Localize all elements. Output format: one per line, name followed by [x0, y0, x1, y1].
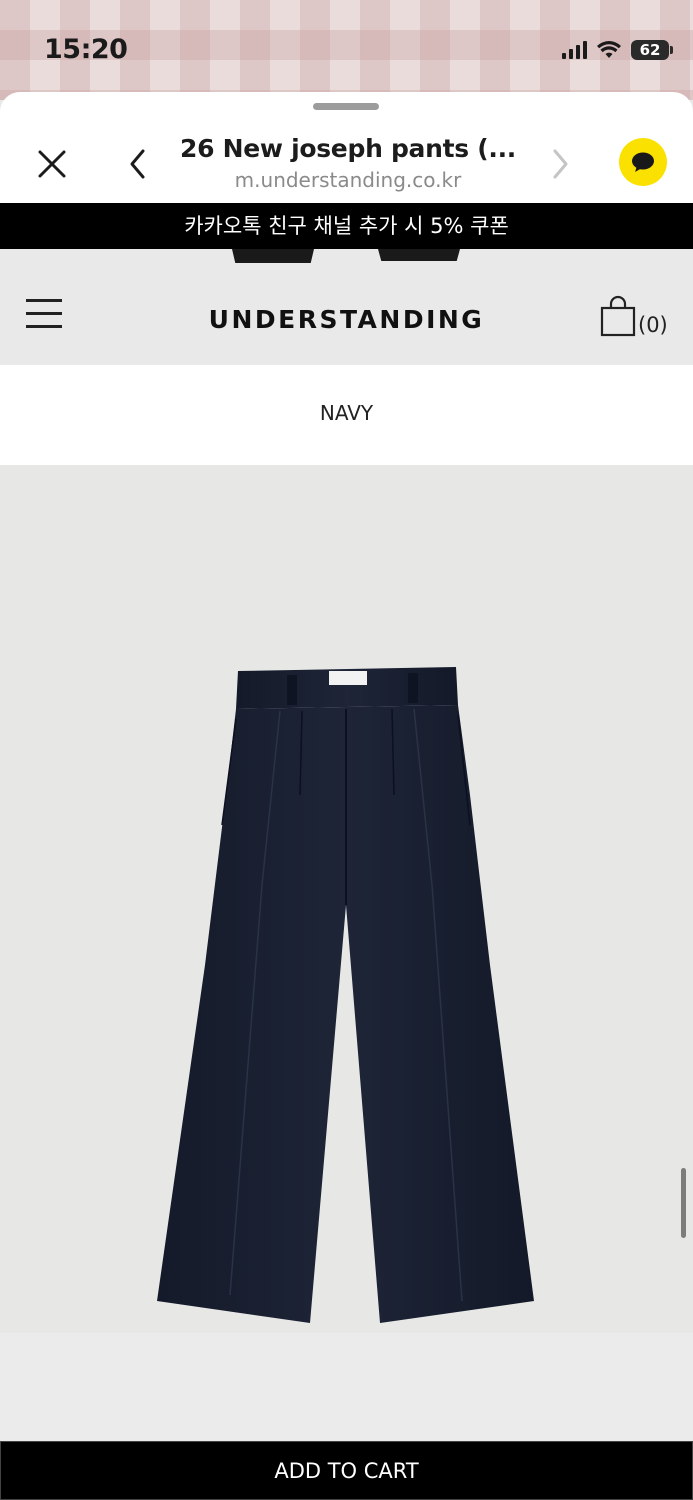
status-time: 15:20: [44, 34, 128, 65]
brand-logo[interactable]: UNDERSTANDING: [130, 305, 563, 334]
coupon-banner[interactable]: 카카오톡 친구 채널 추가 시 5% 쿠폰: [0, 203, 693, 249]
close-button[interactable]: [30, 142, 74, 186]
cart-button[interactable]: (0): [600, 291, 668, 337]
navy-pants-image: [157, 667, 534, 1323]
cart-count: (0): [638, 313, 668, 337]
sheet-grabber[interactable]: [313, 103, 379, 110]
chevron-right-icon: [553, 149, 568, 179]
previous-image-peek: [232, 249, 314, 263]
page-url: m.understanding.co.kr: [234, 168, 462, 192]
site-header: UNDERSTANDING (0): [0, 249, 693, 365]
close-icon: [38, 150, 66, 178]
scroll-indicator[interactable]: [681, 1168, 686, 1238]
chevron-left-icon: [130, 149, 145, 179]
add-to-cart-button[interactable]: ADD TO CART: [0, 1441, 693, 1500]
page-background: [0, 1333, 693, 1441]
back-button[interactable]: [116, 142, 160, 186]
wifi-icon: [597, 41, 621, 58]
product-image[interactable]: [0, 465, 693, 1333]
color-option-label: NAVY: [0, 365, 693, 465]
shopping-bag-icon: [600, 295, 636, 337]
kakao-chat-button[interactable]: [619, 138, 667, 186]
chat-bubble-icon: [632, 152, 654, 172]
status-icons: 62: [562, 40, 673, 60]
previous-image-peek: [378, 249, 460, 261]
browser-sheet: 26 New joseph pants (... m.understanding…: [0, 92, 693, 1500]
cellular-signal-icon: [562, 41, 587, 59]
hamburger-menu-button[interactable]: [26, 299, 62, 331]
battery-icon: 62: [631, 40, 673, 60]
status-bar: 15:20 62: [0, 0, 693, 100]
forward-button[interactable]: [538, 142, 582, 186]
page-title: 26 New joseph pants (...: [180, 134, 516, 163]
